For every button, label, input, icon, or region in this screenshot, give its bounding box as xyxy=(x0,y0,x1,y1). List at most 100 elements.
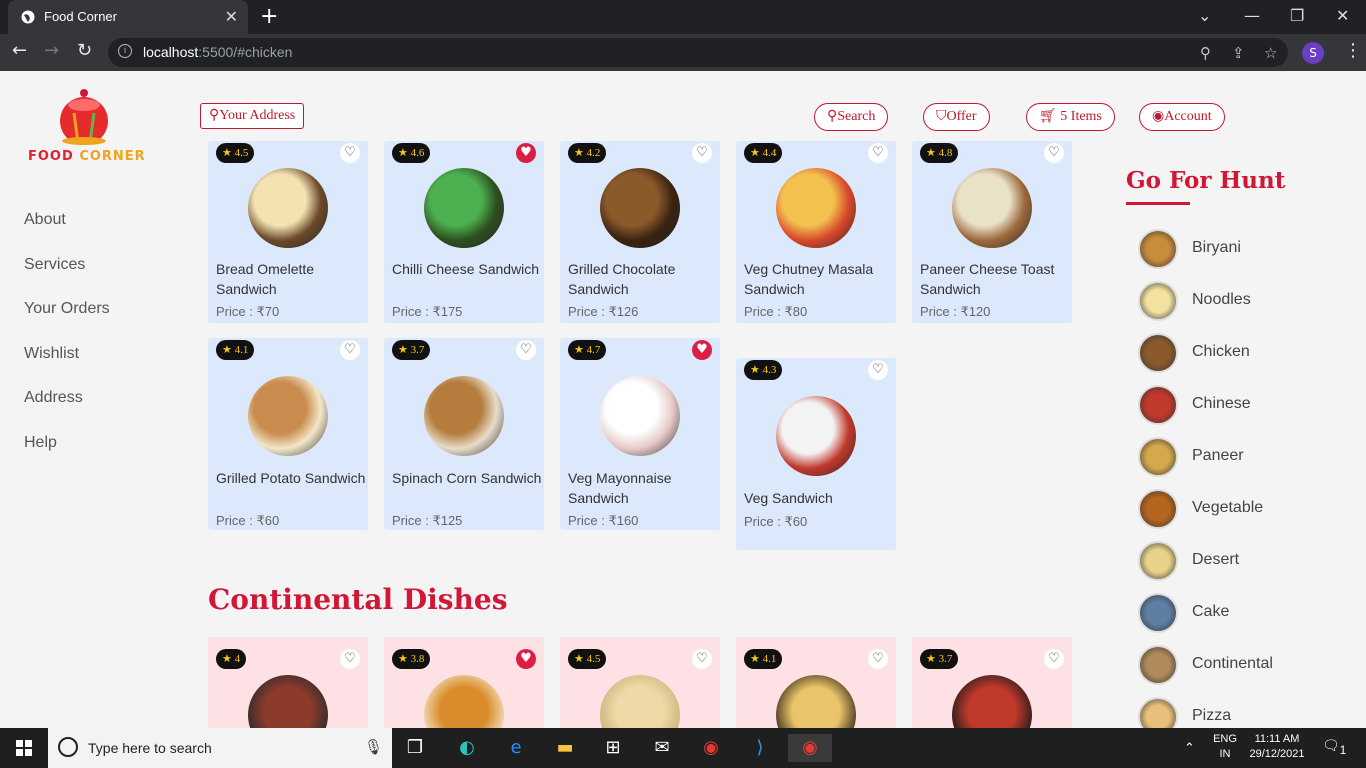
food-price: Price : ₹175 xyxy=(392,304,463,319)
close-tab-icon[interactable]: ✕ xyxy=(225,7,238,26)
food-card[interactable]: ★ 4.1 ♡ Grilled Potato Sandwich Price : ₹60 xyxy=(208,338,368,530)
food-image xyxy=(952,675,1032,728)
wishlist-heart-icon[interactable]: ♡ xyxy=(692,143,712,163)
reload-icon[interactable]: ↻ xyxy=(77,40,92,61)
brand-name: FOOD CORNER xyxy=(28,149,146,164)
wishlist-heart-icon[interactable]: ♡ xyxy=(1044,649,1064,669)
food-card[interactable]: ★ 4.8 ♡ Paneer Cheese Toast Sandwich Price … xyxy=(912,141,1072,323)
food-image xyxy=(776,396,856,476)
search-button[interactable]: ⚲Search xyxy=(814,103,889,131)
category-label: Cake xyxy=(1192,603,1230,620)
bookmark-star-icon[interactable]: ☆ xyxy=(1264,44,1277,62)
category-thumbnail xyxy=(1138,541,1178,581)
store-icon[interactable]: ⊞ xyxy=(596,734,630,762)
account-button[interactable]: ◉Account xyxy=(1139,103,1225,131)
nav-help[interactable]: Help xyxy=(24,434,110,479)
continental-card[interactable]: ★ 4 ♡ xyxy=(208,637,368,728)
globe-icon xyxy=(21,10,35,24)
food-name: Grilled Potato Sandwich xyxy=(216,470,366,486)
address-bar[interactable]: i localhost:5500/#chicken ⚲ ⇪ ☆ xyxy=(108,38,1288,67)
food-card[interactable]: ★ 4.4 ♡ Veg Chutney Masala Sandwich Price :… xyxy=(736,141,896,323)
windows-start-icon[interactable] xyxy=(16,740,32,756)
new-tab-icon[interactable]: + xyxy=(260,4,278,29)
food-image xyxy=(600,675,680,728)
nav-address[interactable]: Address xyxy=(24,389,110,434)
your-address-button[interactable]: ⚲Your Address xyxy=(200,103,305,129)
rating-badge: ★ 4.2 xyxy=(568,143,607,163)
food-name: Bread Omelette Sandwich xyxy=(216,261,315,297)
continental-card[interactable]: ★ 3.8 ♥ xyxy=(384,637,544,728)
nav-services[interactable]: Services xyxy=(24,256,110,301)
wishlist-heart-icon[interactable]: ♡ xyxy=(1044,143,1064,163)
close-window-icon[interactable]: ✕ xyxy=(1336,6,1349,25)
url-text: localhost:5500/#chicken xyxy=(143,44,293,60)
tray-arrow-icon[interactable]: ⌃ xyxy=(1184,740,1195,755)
food-name: Veg Chutney Masala Sandwich xyxy=(744,261,874,297)
food-name: Grilled Chocolate Sandwich xyxy=(568,261,676,297)
offer-button[interactable]: ⛉Offer xyxy=(923,103,990,131)
chrome-icon[interactable]: ◉ xyxy=(694,734,728,762)
continental-card[interactable]: ★ 3.7 ♡ xyxy=(912,637,1072,728)
food-card[interactable]: ★ 4.6 ♥ Chilli Cheese Sandwich Price : ₹175 xyxy=(384,141,544,323)
restore-icon[interactable]: ❐ xyxy=(1290,6,1304,25)
food-card[interactable]: ★ 4.2 ♡ Grilled Chocolate Sandwich Price : … xyxy=(560,141,720,323)
wishlist-heart-icon[interactable]: ♡ xyxy=(868,143,888,163)
food-price: Price : ₹80 xyxy=(744,304,808,319)
wishlist-heart-icon[interactable]: ♥ xyxy=(516,649,536,669)
wishlist-heart-icon[interactable]: ♥ xyxy=(692,340,712,360)
category-thumbnail xyxy=(1138,697,1178,728)
rating-badge: ★ 4 xyxy=(216,649,247,669)
continental-card[interactable]: ★ 4.1 ♡ xyxy=(736,637,896,728)
chrome-profile-icon[interactable]: ◉ xyxy=(788,734,832,762)
back-icon[interactable]: ← xyxy=(12,40,27,61)
site-info-icon[interactable]: i xyxy=(118,44,132,58)
browser-menu-icon[interactable]: ⋮ xyxy=(1344,40,1362,61)
nav-about[interactable]: About xyxy=(24,211,110,256)
minimize-icon[interactable]: — xyxy=(1244,6,1260,25)
microphone-icon[interactable]: 🎙︎ xyxy=(364,738,383,756)
browser-tab[interactable]: Food Corner ✕ xyxy=(8,0,248,34)
cart-button[interactable]: 🛒︎ 5 Items xyxy=(1026,103,1115,131)
continental-card[interactable]: ★ 4.5 ♡ xyxy=(560,637,720,728)
tab-title: Food Corner xyxy=(44,9,117,24)
side-navigation: About Services Your Orders Wishlist Addr… xyxy=(24,211,110,478)
vscode-icon[interactable]: ⟩ xyxy=(743,734,777,762)
wishlist-heart-icon[interactable]: ♡ xyxy=(340,340,360,360)
share-icon[interactable]: ⇪ xyxy=(1232,44,1245,62)
notification-icon[interactable]: 🗨︎1 xyxy=(1322,738,1346,758)
file-explorer-icon[interactable]: ▬ xyxy=(548,734,582,762)
wishlist-heart-icon[interactable]: ♡ xyxy=(516,340,536,360)
wishlist-heart-icon[interactable]: ♡ xyxy=(868,649,888,669)
zoom-icon[interactable]: ⚲ xyxy=(1200,44,1211,62)
tab-search-icon[interactable]: ⌄ xyxy=(1198,6,1211,25)
task-view-icon[interactable]: ❐ xyxy=(398,734,432,762)
language-indicator[interactable]: ENG IN xyxy=(1208,732,1242,762)
rating-badge: ★ 4.3 xyxy=(744,360,783,380)
forward-icon[interactable]: → xyxy=(44,40,59,61)
star-icon: ★ xyxy=(222,147,232,159)
wishlist-heart-icon[interactable]: ♡ xyxy=(340,143,360,163)
mail-icon[interactable]: ✉ xyxy=(645,734,679,762)
rating-badge: ★ 3.7 xyxy=(920,649,959,669)
cart-icon: 🛒︎ xyxy=(1039,109,1061,124)
wishlist-heart-icon[interactable]: ♡ xyxy=(692,649,712,669)
food-card[interactable]: ★ 3.7 ♡ Spinach Corn Sandwich Price : ₹125 xyxy=(384,338,544,530)
food-card[interactable]: ★ 4.3 ♡ Veg Sandwich Price : ₹60 xyxy=(736,358,896,550)
wishlist-heart-icon[interactable]: ♡ xyxy=(340,649,360,669)
edge-icon[interactable]: ◐ xyxy=(450,734,484,762)
nav-your-orders[interactable]: Your Orders xyxy=(24,300,110,345)
food-image xyxy=(952,168,1032,248)
profile-avatar[interactable]: S xyxy=(1302,42,1324,64)
category-thumbnail xyxy=(1138,229,1178,269)
clock[interactable]: 11:11 AM 29/12/2021 xyxy=(1246,732,1308,762)
edge-legacy-icon[interactable]: e xyxy=(499,734,533,762)
nav-wishlist[interactable]: Wishlist xyxy=(24,345,110,390)
food-image xyxy=(424,168,504,248)
taskbar-search-box[interactable]: Type here to search 🎙︎ xyxy=(48,728,392,768)
food-card[interactable]: ★ 4.5 ♡ Bread Omelette Sandwich Price : ₹70 xyxy=(208,141,368,323)
category-thumbnail xyxy=(1138,645,1178,685)
food-card[interactable]: ★ 4.7 ♥ Veg Mayonnaise Sandwich Price : ₹16… xyxy=(560,338,720,530)
wishlist-heart-icon[interactable]: ♡ xyxy=(868,360,888,380)
rating-badge: ★ 4.4 xyxy=(744,143,783,163)
wishlist-heart-icon[interactable]: ♥ xyxy=(516,143,536,163)
